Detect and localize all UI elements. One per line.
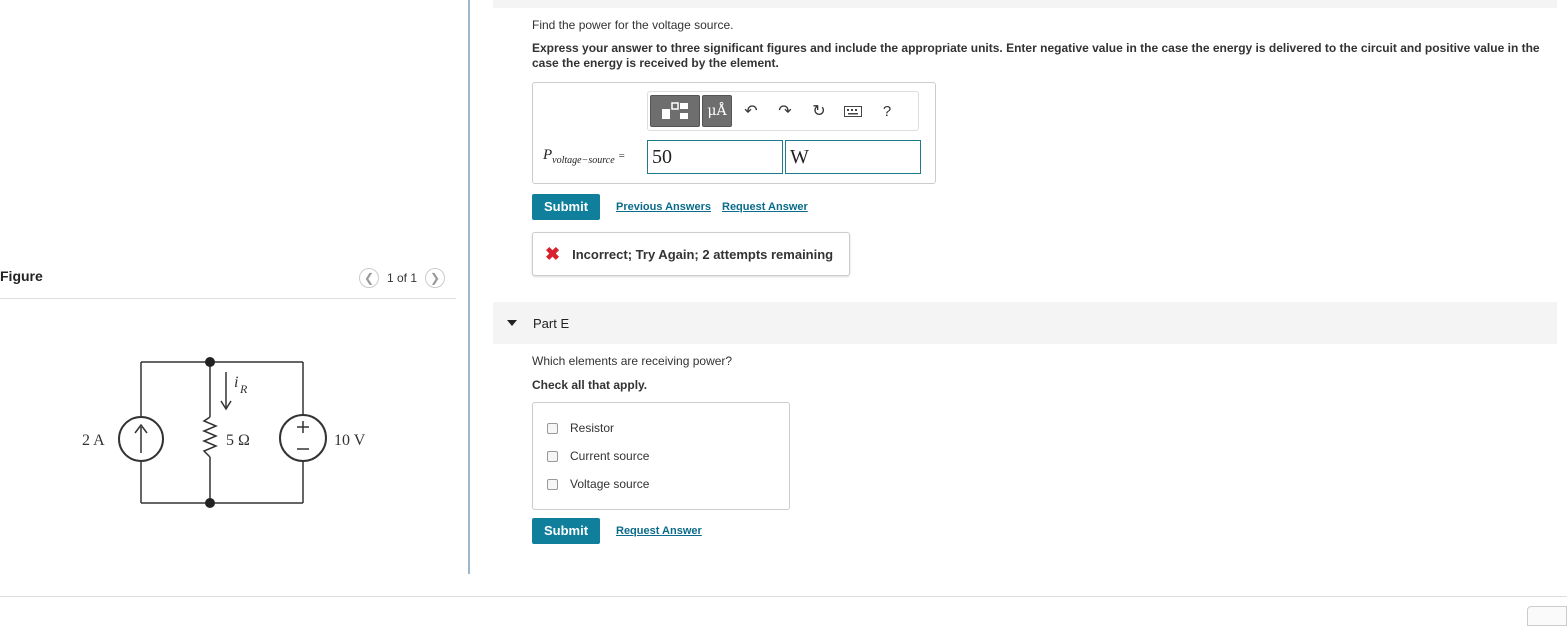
request-answer-link-part-d[interactable]: Request Answer [722,201,808,213]
feedback-message: Incorrect; Try Again; 2 attempts remaini… [572,246,834,262]
resistor-symbol [202,416,218,458]
current-source-label: 2 A [82,432,105,449]
choice-voltage-source[interactable]: Voltage source [547,477,649,491]
submit-button-part-e[interactable]: Submit [532,518,601,544]
templates-icon[interactable] [650,95,700,127]
incorrect-icon: ✖ [545,243,561,264]
templates-glyph [662,102,688,119]
part-e-question: Which elements are receiving power? [532,354,733,368]
circuit-diagram: 2 A 5 Ω 10 V i R [82,357,366,508]
bottom-node-dot [205,498,215,508]
corner-tab[interactable] [1527,606,1567,626]
panel-splitter[interactable] [468,0,470,574]
help-button[interactable]: ? [870,95,904,127]
part-d-instructions: Express your answer to three significant… [532,41,1540,70]
keyboard-icon[interactable] [836,95,870,127]
units-button[interactable]: μÅ [702,95,732,127]
figure-title: Figure [0,268,43,284]
top-node-dot [205,357,215,367]
figure-divider [0,298,456,299]
current-label: i [234,374,238,391]
keyboard-glyph [844,105,862,117]
bottom-divider [0,596,1567,597]
part-d-question: Find the power for the voltage source. [532,18,734,32]
check-all-note: Check all that apply. [532,378,648,392]
choices-box: Resistor Current source Voltage source [532,402,790,510]
resistor-label: 5 Ω [226,432,250,449]
part-e-header[interactable]: Part E [493,302,1557,344]
choice-resistor[interactable]: Resistor [547,421,614,435]
choice-label: Current source [570,449,650,463]
choice-label: Voltage source [570,477,650,491]
unit-input[interactable] [785,140,921,174]
feedback-box: ✖ Incorrect; Try Again; 2 attempts remai… [532,232,850,276]
variable-label: Pvoltage−source = [543,147,625,166]
choice-label: Resistor [570,421,615,435]
part-d-header-bar [493,0,1557,8]
redo-icon[interactable]: ↷ [768,95,802,127]
request-answer-link-part-e[interactable]: Request Answer [616,525,702,537]
caret-down-icon [507,320,517,326]
chevron-right-icon[interactable]: ❯ [425,268,446,288]
value-input[interactable] [647,140,783,174]
reset-icon[interactable]: ↻ [802,95,836,127]
figure-pager: ❮ 1 of 1 ❯ [359,268,446,288]
checkbox[interactable] [547,422,558,434]
checkbox[interactable] [547,450,558,462]
checkbox[interactable] [547,478,558,490]
current-label-sub: R [239,382,248,396]
math-toolbar: μÅ ↶ ↷ ↻ ? [647,91,919,131]
part-e-title: Part E [533,315,570,331]
previous-answers-link[interactable]: Previous Answers [616,201,711,213]
undo-icon[interactable]: ↶ [734,95,768,127]
submit-button-part-d[interactable]: Submit [532,194,601,220]
voltage-source-label: 10 V [334,432,366,449]
pager-text: 1 of 1 [387,271,418,285]
choice-current-source[interactable]: Current source [547,449,649,463]
chevron-left-icon[interactable]: ❮ [359,268,379,288]
